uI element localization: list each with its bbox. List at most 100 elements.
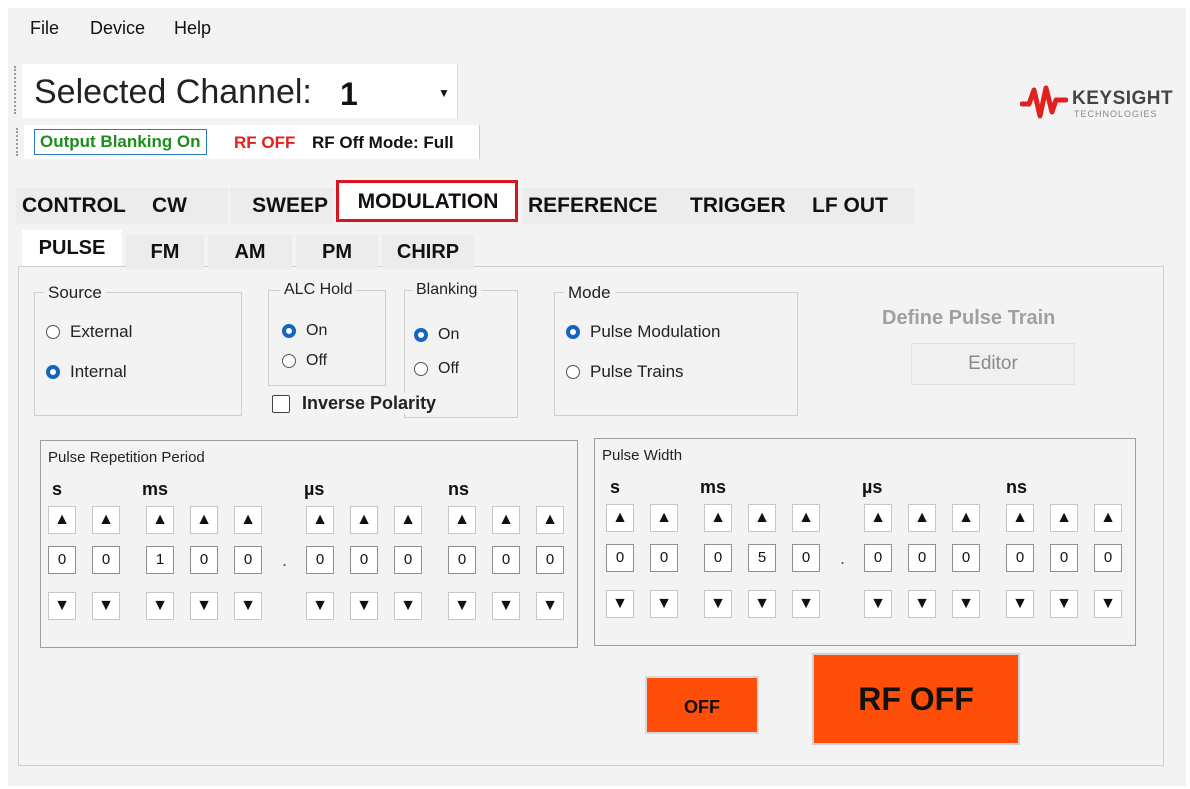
spin-up-icon[interactable]: ▲ — [1006, 504, 1034, 532]
rf-off-button[interactable]: RF OFF — [812, 653, 1020, 745]
tab-cw[interactable]: CW — [146, 188, 228, 224]
pw-digit-field[interactable]: 0 — [1050, 544, 1078, 572]
alc-hold-on-radio[interactable]: On — [282, 322, 327, 340]
radio-icon[interactable] — [46, 325, 60, 339]
spin-up-icon[interactable]: ▲ — [190, 506, 218, 534]
subtab-fm[interactable]: FM — [126, 234, 204, 270]
spin-down-icon[interactable]: ▼ — [952, 590, 980, 618]
prp-digit-field[interactable]: 0 — [350, 546, 378, 574]
spin-up-icon[interactable]: ▲ — [650, 504, 678, 532]
prp-digit-field[interactable]: 0 — [536, 546, 564, 574]
radio-icon[interactable] — [566, 365, 580, 379]
spin-up-icon[interactable]: ▲ — [1050, 504, 1078, 532]
subtab-am[interactable]: AM — [208, 234, 292, 270]
spin-up-icon[interactable]: ▲ — [1094, 504, 1122, 532]
radio-selected-icon[interactable] — [46, 365, 60, 379]
prp-digit-field[interactable]: 0 — [92, 546, 120, 574]
spin-up-icon[interactable]: ▲ — [748, 504, 776, 532]
pw-digit-field[interactable]: 0 — [792, 544, 820, 572]
spin-down-icon[interactable]: ▼ — [704, 590, 732, 618]
channel-value[interactable]: 1 — [340, 76, 358, 113]
spin-down-icon[interactable]: ▼ — [650, 590, 678, 618]
spin-down-icon[interactable]: ▼ — [1050, 590, 1078, 618]
spin-down-icon[interactable]: ▼ — [350, 592, 378, 620]
spin-up-icon[interactable]: ▲ — [306, 506, 334, 534]
radio-selected-icon[interactable] — [566, 325, 580, 339]
mode-pulse-modulation-radio[interactable]: Pulse Modulation — [566, 322, 720, 342]
pw-digit-field[interactable]: 0 — [650, 544, 678, 572]
editor-button[interactable]: Editor — [911, 343, 1075, 385]
spin-down-icon[interactable]: ▼ — [146, 592, 174, 620]
prp-digit-field[interactable]: 1 — [146, 546, 174, 574]
spin-down-icon[interactable]: ▼ — [864, 590, 892, 618]
inverse-polarity-checkbox[interactable]: Inverse Polarity — [272, 393, 437, 414]
menu-file[interactable]: File — [30, 18, 59, 39]
tab-lf-out[interactable]: LF OUT — [806, 188, 914, 224]
pw-digit-field[interactable]: 0 — [606, 544, 634, 572]
spin-down-icon[interactable]: ▼ — [792, 590, 820, 618]
blanking-on-radio[interactable]: On — [414, 326, 459, 344]
prp-digit-field[interactable]: 0 — [492, 546, 520, 574]
menu-device[interactable]: Device — [90, 18, 145, 39]
prp-digit-field[interactable]: 0 — [190, 546, 218, 574]
toolbar-grip[interactable] — [14, 66, 20, 114]
off-button[interactable]: OFF — [645, 676, 759, 734]
spin-up-icon[interactable]: ▲ — [394, 506, 422, 534]
spin-down-icon[interactable]: ▼ — [908, 590, 936, 618]
spin-up-icon[interactable]: ▲ — [952, 504, 980, 532]
spin-up-icon[interactable]: ▲ — [908, 504, 936, 532]
prp-digit-field[interactable]: 0 — [234, 546, 262, 574]
pw-digit-field[interactable]: 0 — [952, 544, 980, 572]
radio-icon[interactable] — [414, 362, 428, 376]
spin-down-icon[interactable]: ▼ — [306, 592, 334, 620]
spin-up-icon[interactable]: ▲ — [234, 506, 262, 534]
tab-sweep[interactable]: SWEEP — [230, 188, 334, 224]
spin-down-icon[interactable]: ▼ — [92, 592, 120, 620]
pw-digit-field[interactable]: 0 — [908, 544, 936, 572]
spin-up-icon[interactable]: ▲ — [146, 506, 174, 534]
radio-icon[interactable] — [282, 354, 296, 368]
spin-up-icon[interactable]: ▲ — [48, 506, 76, 534]
tab-trigger[interactable]: TRIGGER — [684, 188, 808, 224]
spin-down-icon[interactable]: ▼ — [448, 592, 476, 620]
spin-down-icon[interactable]: ▼ — [394, 592, 422, 620]
pw-digit-field[interactable]: 5 — [748, 544, 776, 572]
radio-selected-icon[interactable] — [282, 324, 296, 338]
spin-down-icon[interactable]: ▼ — [190, 592, 218, 620]
prp-digit-field[interactable]: 0 — [448, 546, 476, 574]
spin-down-icon[interactable]: ▼ — [606, 590, 634, 618]
alc-hold-off-radio[interactable]: Off — [282, 352, 327, 370]
pw-digit-field[interactable]: 0 — [704, 544, 732, 572]
spin-down-icon[interactable]: ▼ — [48, 592, 76, 620]
spin-up-icon[interactable]: ▲ — [704, 504, 732, 532]
spin-down-icon[interactable]: ▼ — [234, 592, 262, 620]
source-external-radio[interactable]: External — [46, 322, 132, 342]
prp-digit-field[interactable]: 0 — [306, 546, 334, 574]
spin-up-icon[interactable]: ▲ — [448, 506, 476, 534]
radio-selected-icon[interactable] — [414, 328, 428, 342]
spin-up-icon[interactable]: ▲ — [864, 504, 892, 532]
tab-control[interactable]: CONTROL — [16, 188, 150, 224]
spin-down-icon[interactable]: ▼ — [1094, 590, 1122, 618]
spin-up-icon[interactable]: ▲ — [492, 506, 520, 534]
source-internal-radio[interactable]: Internal — [46, 362, 127, 382]
subtab-pulse[interactable]: PULSE — [22, 230, 122, 266]
spin-up-icon[interactable]: ▲ — [92, 506, 120, 534]
spin-up-icon[interactable]: ▲ — [792, 504, 820, 532]
channel-selector[interactable]: Selected Channel: 1 ▼ — [22, 64, 458, 118]
prp-digit-field[interactable]: 0 — [394, 546, 422, 574]
subtab-pm[interactable]: PM — [296, 234, 378, 270]
prp-digit-field[interactable]: 0 — [48, 546, 76, 574]
menu-help[interactable]: Help — [174, 18, 211, 39]
status-grip[interactable] — [16, 128, 22, 156]
pw-digit-field[interactable]: 0 — [864, 544, 892, 572]
spin-down-icon[interactable]: ▼ — [1006, 590, 1034, 618]
spin-up-icon[interactable]: ▲ — [606, 504, 634, 532]
mode-pulse-trains-radio[interactable]: Pulse Trains — [566, 362, 684, 382]
spin-down-icon[interactable]: ▼ — [536, 592, 564, 620]
checkbox-icon[interactable] — [272, 394, 290, 413]
chevron-down-icon[interactable]: ▼ — [438, 86, 450, 100]
pw-digit-field[interactable]: 0 — [1006, 544, 1034, 572]
pw-digit-field[interactable]: 0 — [1094, 544, 1122, 572]
spin-down-icon[interactable]: ▼ — [492, 592, 520, 620]
